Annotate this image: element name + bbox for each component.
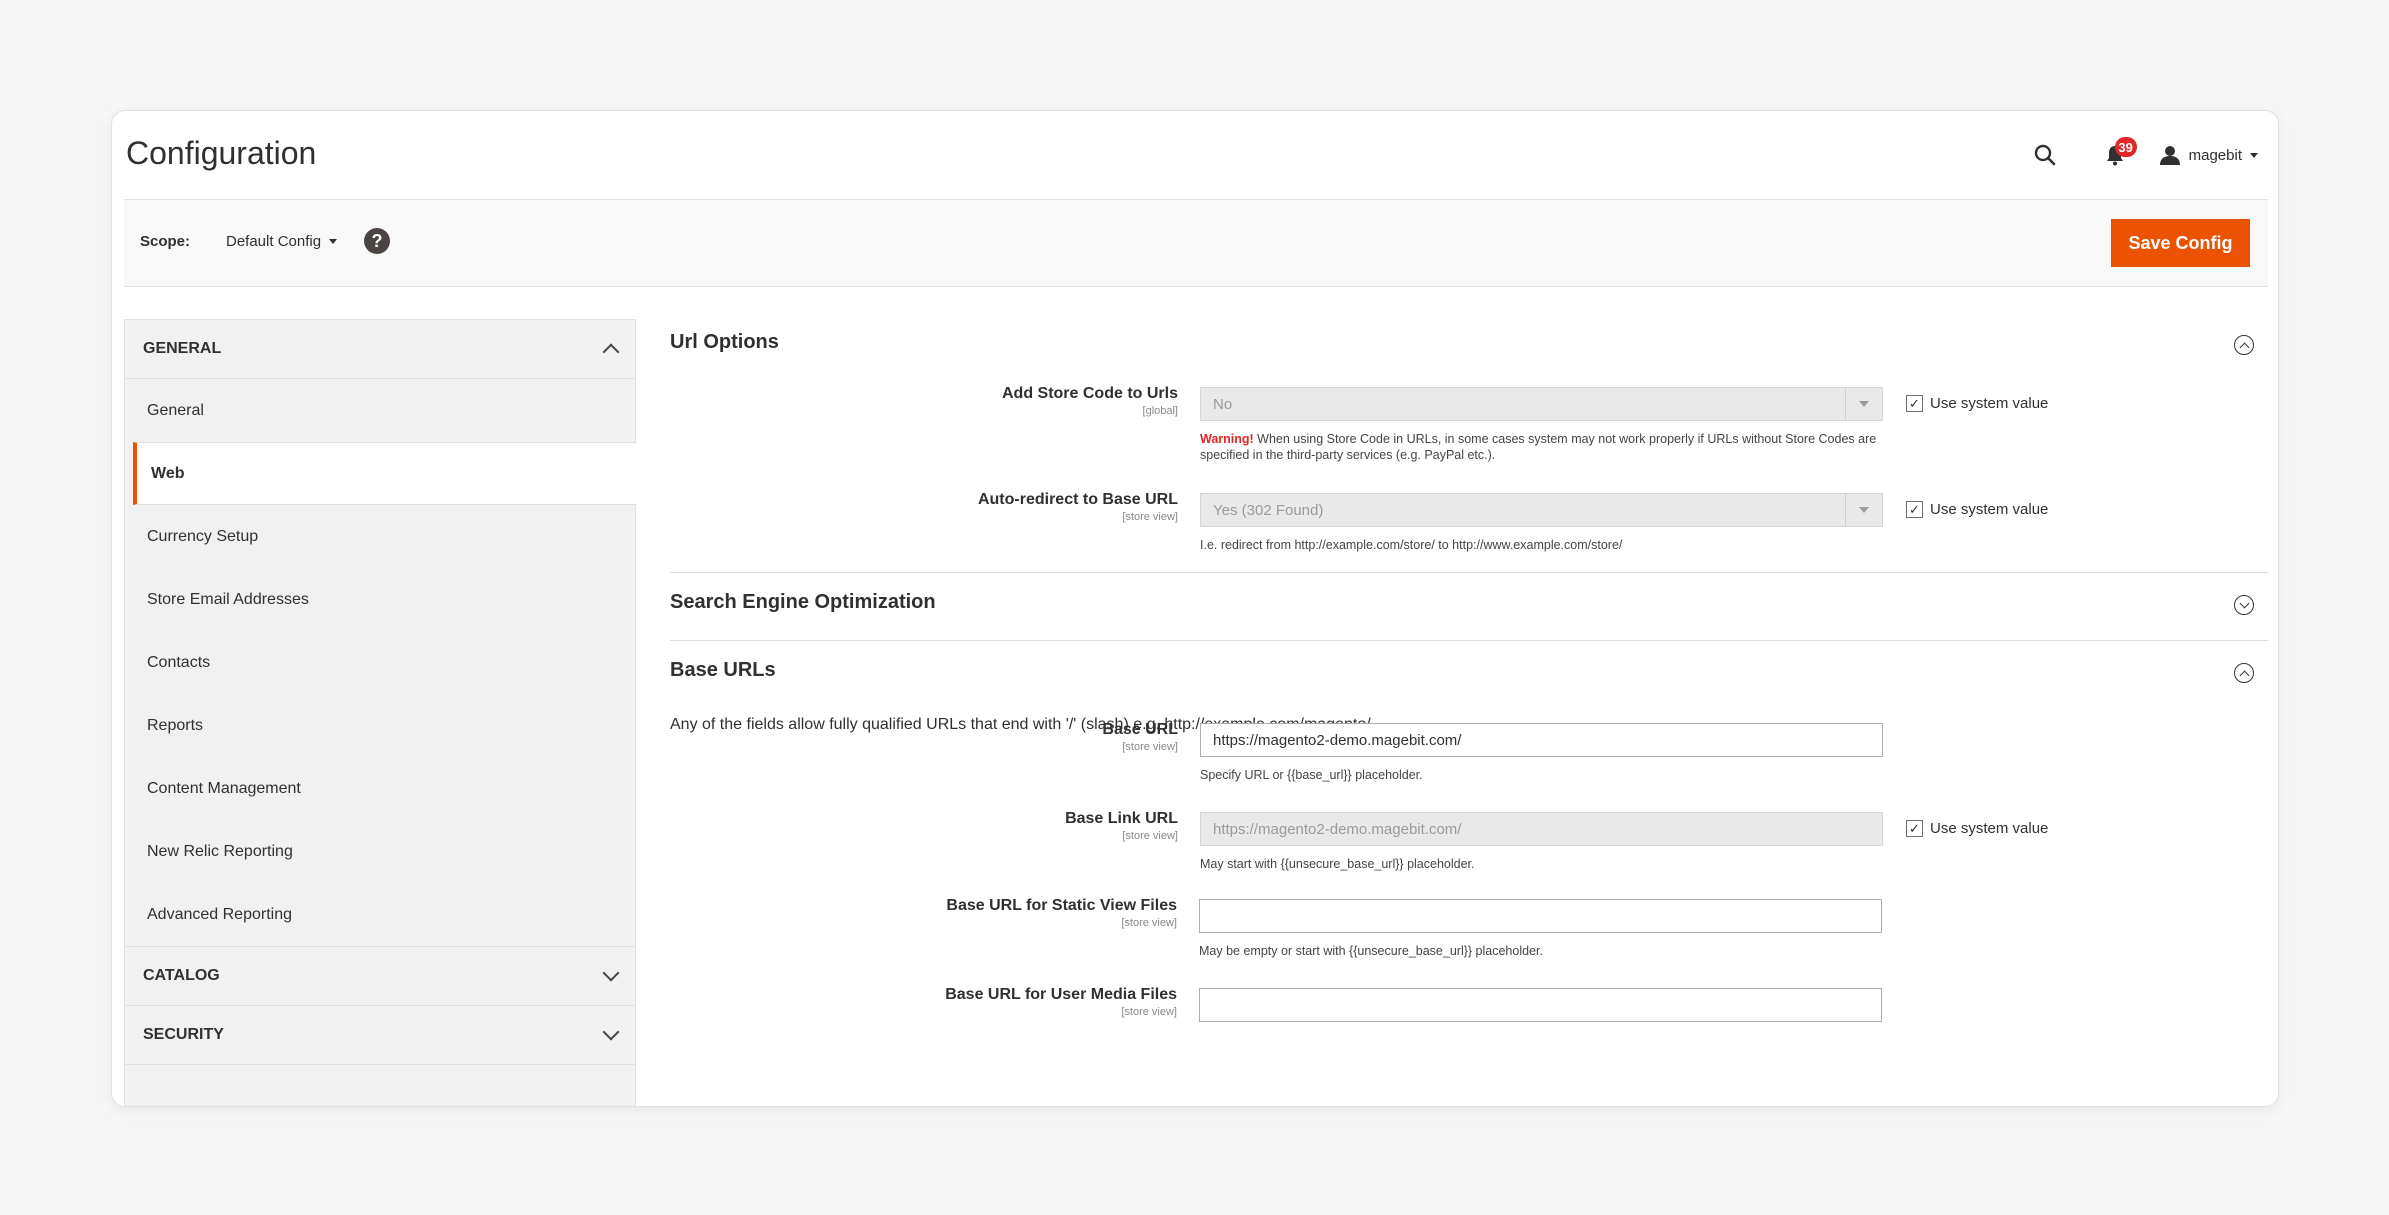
select-value: Yes (302 Found) (1213, 501, 1324, 519)
sidebar-item-new-relic-reporting[interactable]: New Relic Reporting (125, 820, 635, 883)
user-icon (2159, 146, 2180, 165)
user-media-url-input[interactable] (1199, 988, 1882, 1022)
sidebar-item-content-management[interactable]: Content Management (125, 757, 635, 820)
field-label: Base URL (1102, 721, 1178, 738)
sidebar-nav-list: General Web Currency Setup Store Email A… (125, 379, 637, 947)
field-label: Base Link URL (1065, 810, 1178, 827)
sidebar-item-label: Contacts (147, 653, 211, 671)
base-link-url-input[interactable]: https://magento2-demo.magebit.com/ (1200, 812, 1883, 846)
sidebar-item-contacts[interactable]: Contacts (125, 631, 635, 694)
use-system-value-checkbox[interactable]: ✓ Use system value (1906, 395, 2048, 412)
static-view-url-input[interactable] (1199, 899, 1882, 933)
scope-label: Scope: (140, 233, 191, 250)
collapse-icon[interactable] (2234, 663, 2254, 683)
checkbox-label: Use system value (1930, 395, 2049, 412)
page-header: Configuration 39 magebit (112, 111, 2278, 199)
chevron-down-icon (1845, 388, 1882, 420)
help-icon[interactable]: ? (364, 228, 390, 254)
divider (670, 640, 2268, 641)
sidebar-section-title: CATALOG (143, 967, 220, 984)
section-title: Search Engine Optimization (670, 591, 936, 613)
checkbox-label: Use system value (1930, 820, 2049, 837)
checkbox-label: Use system value (1930, 501, 2049, 518)
section-header-seo[interactable]: Search Engine Optimization (670, 591, 2268, 631)
checkbox-checked-icon: ✓ (1906, 395, 1923, 412)
sidebar-section-title: GENERAL (143, 340, 222, 357)
user-menu[interactable]: magebit (2159, 145, 2258, 165)
sidebar-section-title: SECURITY (143, 1026, 224, 1043)
warning-strong: Warning! (1200, 432, 1254, 446)
field-label: Add Store Code to Urls (1001, 385, 1178, 402)
checkbox-checked-icon: ✓ (1906, 501, 1923, 518)
sidebar-item-label: Currency Setup (147, 527, 259, 545)
chevron-down-icon (1845, 494, 1882, 526)
sidebar-item-advanced-reporting[interactable]: Advanced Reporting (125, 883, 635, 946)
sidebar-item-general[interactable]: General (125, 379, 635, 442)
scope-bar: Scope: Default Config ? Save Config (124, 199, 2268, 287)
section-title: Url Options (670, 331, 779, 353)
username: magebit (2188, 146, 2242, 164)
chevron-down-icon (602, 1023, 620, 1041)
checkbox-checked-icon: ✓ (1906, 820, 1923, 837)
sidebar-section-general[interactable]: GENERAL (125, 320, 635, 379)
auto-redirect-select[interactable]: Yes (302 Found) (1200, 493, 1883, 527)
search-icon[interactable] (2023, 133, 2067, 177)
sidebar-item-currency-setup[interactable]: Currency Setup (125, 505, 635, 568)
chevron-down-icon (329, 239, 338, 244)
header-actions: 39 magebit (2023, 133, 2258, 177)
section-header-url-options[interactable]: Url Options (670, 331, 2268, 371)
chevron-down-icon (2250, 152, 2258, 158)
chevron-down-icon (602, 964, 620, 982)
select-value: No (1213, 395, 1233, 413)
store-code-warning: Warning! When using Store Code in URLs, … (1200, 431, 1883, 463)
field-label: Auto-redirect to Base URL (977, 491, 1178, 508)
config-sidebar: GENERAL General Web Currency Setup Store… (124, 319, 637, 1106)
sidebar-item-store-email-addresses[interactable]: Store Email Addresses (125, 568, 635, 631)
auto-redirect-note: I.e. redirect from http://example.com/st… (1200, 538, 1623, 552)
scope-value: Default Config (226, 233, 322, 250)
base-url-input[interactable]: https://magento2-demo.magebit.com/ (1200, 723, 1883, 757)
base-url-note: Specify URL or {{base_url}} placeholder. (1200, 768, 1423, 782)
sidebar-item-label: Content Management (147, 779, 301, 797)
field-scope: [global] (1142, 405, 1178, 417)
base-link-url-note: May start with {{unsecure_base_url}} pla… (1200, 857, 1475, 871)
sidebar-item-label: Store Email Addresses (147, 590, 309, 608)
sidebar-item-label: Advanced Reporting (147, 905, 292, 923)
chevron-up-icon (602, 343, 620, 361)
sidebar-item-reports[interactable]: Reports (125, 694, 635, 757)
warning-text: When using Store Code in URLs, in some c… (1200, 432, 1877, 462)
sidebar-item-label: New Relic Reporting (147, 842, 293, 860)
divider (670, 572, 2268, 573)
field-scope: [store view] (1122, 741, 1178, 753)
configuration-page: Configuration 39 magebit Scope: Default … (111, 110, 2279, 1107)
field-scope: [store view] (1122, 830, 1178, 842)
use-system-value-checkbox[interactable]: ✓ Use system value (1906, 501, 2048, 518)
sidebar-item-label: Web (151, 464, 185, 482)
sidebar-section-catalog[interactable]: CATALOG (125, 947, 635, 1006)
notifications-button[interactable]: 39 (2093, 133, 2137, 177)
add-store-code-select[interactable]: No (1200, 387, 1883, 421)
sidebar-section-security[interactable]: SECURITY (125, 1006, 635, 1065)
page-title: Configuration (126, 135, 317, 171)
collapse-icon[interactable] (2234, 335, 2254, 355)
expand-icon[interactable] (2234, 595, 2254, 615)
notification-count-badge: 39 (2114, 137, 2137, 157)
use-system-value-checkbox[interactable]: ✓ Use system value (1906, 820, 2048, 837)
scope-switcher[interactable]: Default Config (226, 233, 338, 250)
section-title: Base URLs (670, 659, 776, 681)
sidebar-item-web[interactable]: Web (133, 442, 637, 505)
sidebar-item-label: General (147, 401, 204, 419)
field-scope: [store view] (1122, 511, 1178, 523)
section-header-base-urls[interactable]: Base URLs (670, 659, 2268, 699)
sidebar-item-label: Reports (147, 716, 204, 734)
save-config-button[interactable]: Save Config (2111, 219, 2250, 267)
